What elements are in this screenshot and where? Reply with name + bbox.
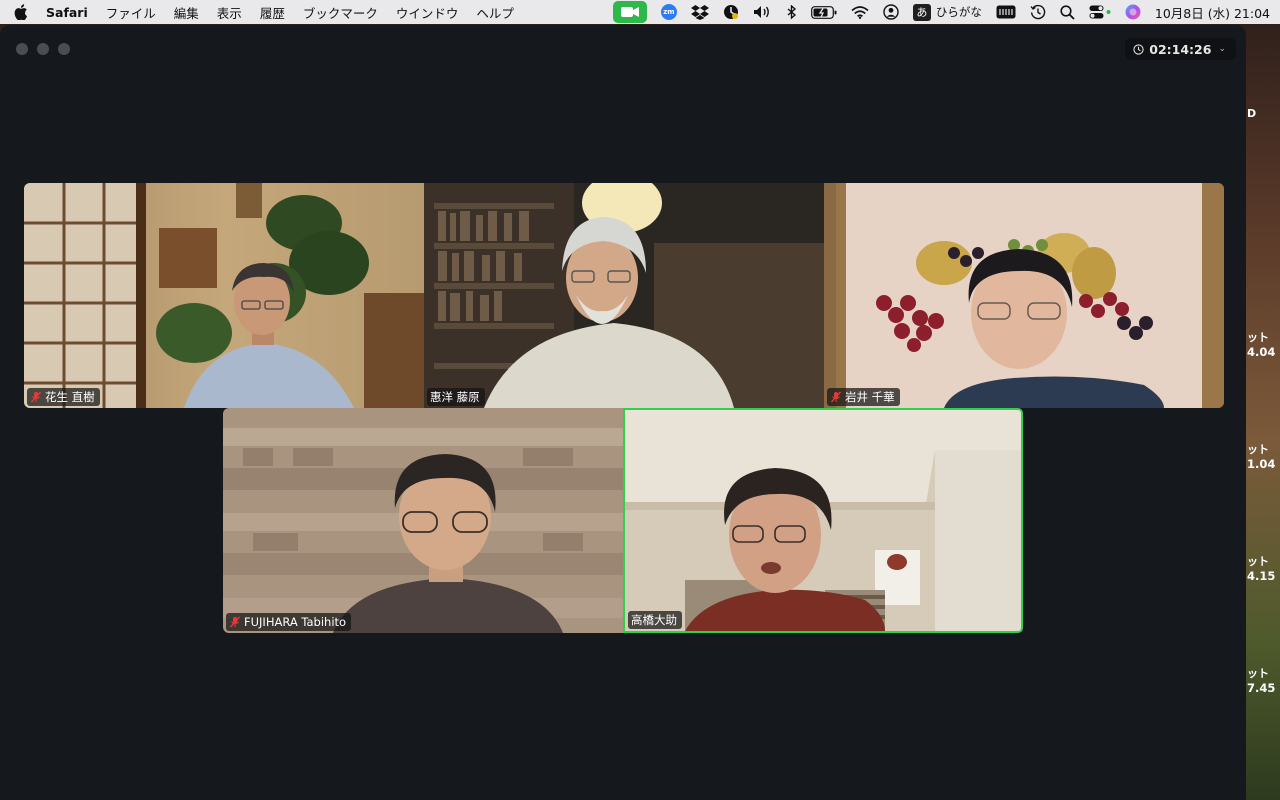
mic-muted-icon bbox=[30, 391, 42, 403]
close-window-button[interactable] bbox=[16, 43, 28, 55]
menu-help[interactable]: ヘルプ bbox=[476, 3, 514, 22]
minimize-window-button[interactable] bbox=[37, 43, 49, 55]
widget-label: ット bbox=[1247, 443, 1269, 456]
participant-name: 岩井 千華 bbox=[845, 390, 895, 404]
menu-bar: Safari ファイル 編集 表示 履歴 ブックマーク ウインドウ ヘルプ zm bbox=[0, 0, 1280, 24]
widget-value: 1.04 bbox=[1247, 457, 1276, 471]
desktop-widget-stock[interactable]: ット 1.04 bbox=[1247, 442, 1280, 472]
widget-value: 4.15 bbox=[1247, 569, 1276, 583]
input-method-label: ひらがな bbox=[935, 5, 982, 19]
apple-menu-icon[interactable] bbox=[14, 4, 28, 21]
participant-video-tile[interactable]: 惠洋 藤原 bbox=[424, 183, 824, 408]
menu-history[interactable]: 履歴 bbox=[260, 3, 285, 22]
zoom-window-button[interactable] bbox=[58, 43, 70, 55]
bluetooth-icon[interactable] bbox=[787, 2, 797, 22]
menu-bookmarks[interactable]: ブックマーク bbox=[303, 3, 378, 22]
battery-icon[interactable] bbox=[811, 2, 837, 22]
backup-icon[interactable] bbox=[723, 2, 739, 22]
control-center-icon[interactable] bbox=[1089, 2, 1111, 22]
widget-label: ット bbox=[1247, 555, 1269, 568]
mic-muted-icon bbox=[830, 391, 842, 403]
input-method-menu[interactable]: あ ひらがな bbox=[912, 2, 982, 22]
participant-name-tag: 惠洋 藤原 bbox=[427, 388, 485, 406]
menu-edit[interactable]: 編集 bbox=[174, 3, 199, 22]
participant-name-tag: 高橋大助 bbox=[628, 611, 682, 629]
participant-name-tag: 岩井 千華 bbox=[827, 388, 900, 406]
desktop-widget-letter: D bbox=[1247, 107, 1257, 120]
participant-video bbox=[24, 183, 424, 408]
clock-icon bbox=[1133, 43, 1144, 55]
menu-bar-clock[interactable]: 10月8日 (水) 21:04 bbox=[1155, 3, 1270, 22]
widget-label: ット bbox=[1247, 667, 1269, 680]
widget-value: 7.45 bbox=[1247, 681, 1276, 695]
menu-window[interactable]: ウインドウ bbox=[396, 3, 459, 22]
participant-video bbox=[223, 408, 623, 633]
siri-icon[interactable] bbox=[1125, 2, 1141, 22]
window-controls bbox=[16, 43, 79, 55]
participant-video-tile[interactable]: 花生 直樹 bbox=[24, 183, 424, 408]
dropbox-icon[interactable] bbox=[690, 2, 709, 22]
app-name-menu[interactable]: Safari bbox=[46, 5, 88, 20]
participant-video bbox=[424, 183, 824, 408]
user-icon[interactable] bbox=[883, 2, 899, 22]
menu-view[interactable]: 表示 bbox=[217, 3, 242, 22]
widget-value: 4.04 bbox=[1247, 345, 1276, 359]
active-speaker-video-tile[interactable]: 高橋大助 bbox=[623, 408, 1023, 633]
time-machine-icon[interactable] bbox=[1030, 2, 1046, 22]
desktop-widget-stock[interactable]: ット 4.04 bbox=[1247, 330, 1280, 360]
desktop-widget-stock[interactable]: ット 7.45 bbox=[1247, 666, 1280, 696]
keyboard-icon[interactable] bbox=[996, 2, 1016, 22]
participant-name-tag: FUJIHARA Tabihito bbox=[226, 613, 352, 631]
input-method-badge: あ bbox=[912, 3, 931, 21]
volume-icon[interactable] bbox=[753, 2, 773, 22]
participant-name: 高橋大助 bbox=[631, 613, 677, 627]
zoom-meeting-window: 02:14:26 ⌄ 花生 直樹 惠洋 藤原 岩井 千華 FUJIHARA Ta… bbox=[0, 25, 1246, 800]
wifi-icon[interactable] bbox=[851, 2, 869, 22]
menu-file[interactable]: ファイル bbox=[106, 3, 156, 22]
participant-video bbox=[824, 183, 1224, 408]
meeting-timer-value: 02:14:26 bbox=[1149, 41, 1212, 57]
zoom-video-icon[interactable] bbox=[612, 1, 647, 23]
participant-name: 惠洋 藤原 bbox=[430, 390, 480, 404]
participant-name: FUJIHARA Tabihito bbox=[244, 615, 347, 629]
zoom-app-icon[interactable]: zm bbox=[660, 2, 677, 22]
participant-name: 花生 直樹 bbox=[45, 390, 95, 404]
widget-label: ット bbox=[1247, 331, 1269, 344]
spotlight-search-icon[interactable] bbox=[1060, 2, 1075, 22]
participant-video-tile[interactable]: FUJIHARA Tabihito bbox=[223, 408, 623, 633]
mic-muted-icon bbox=[229, 616, 241, 628]
participant-name-tag: 花生 直樹 bbox=[27, 388, 100, 406]
chevron-down-icon: ⌄ bbox=[1218, 44, 1226, 54]
meeting-timer[interactable]: 02:14:26 ⌄ bbox=[1125, 38, 1236, 60]
participant-video bbox=[625, 410, 1021, 631]
participant-video-tile[interactable]: 岩井 千華 bbox=[824, 183, 1224, 408]
desktop-widget-stock[interactable]: ット 4.15 bbox=[1247, 554, 1280, 584]
